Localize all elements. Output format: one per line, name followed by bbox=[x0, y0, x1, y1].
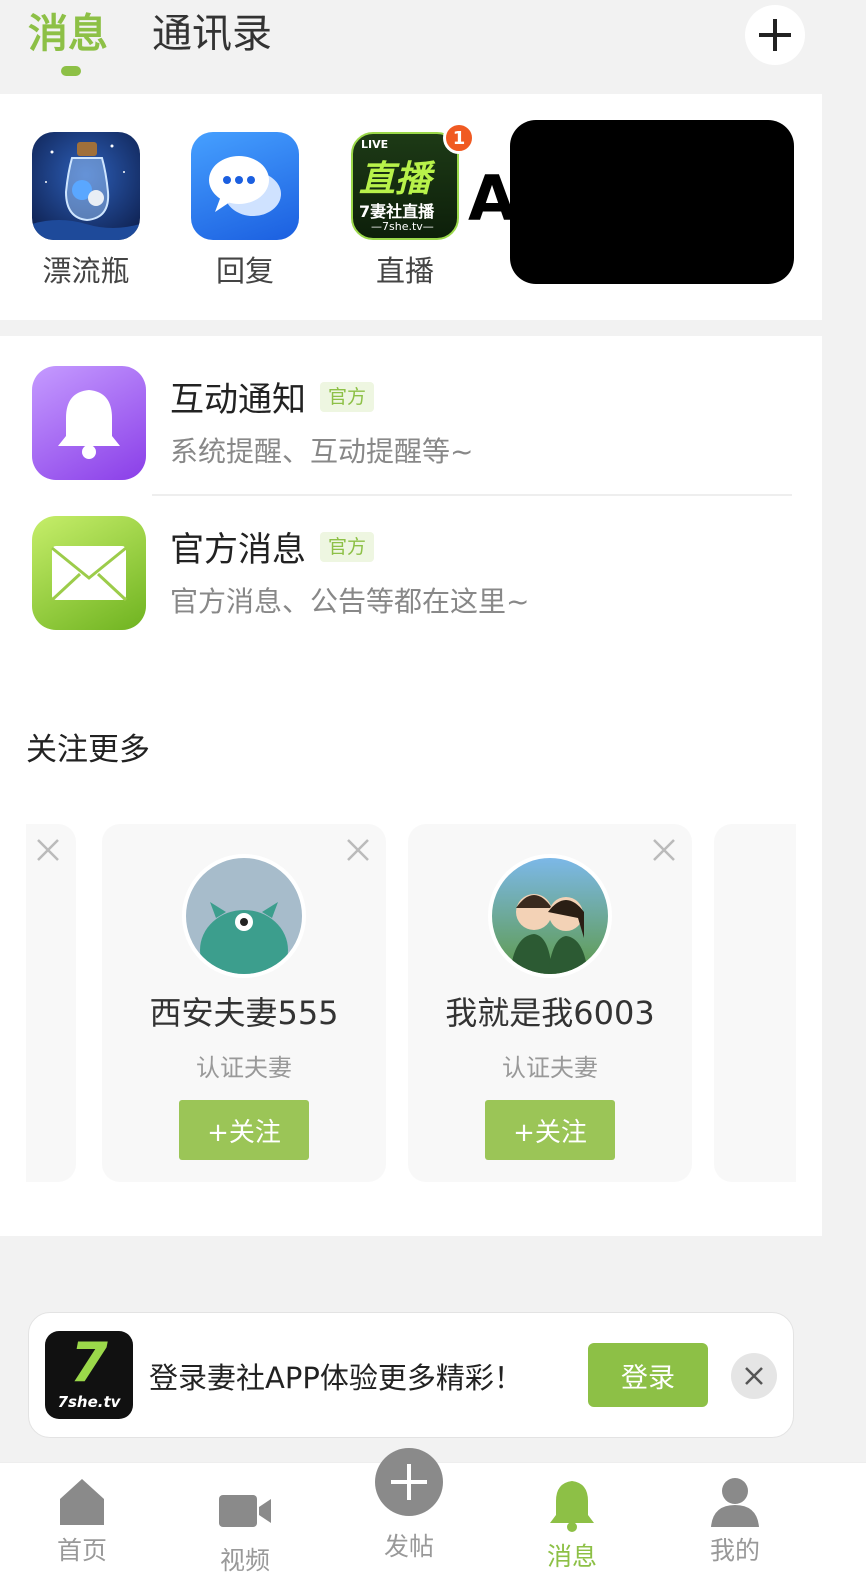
notification-official[interactable]: 官方消息 官方 官方消息、公告等都在这里~ bbox=[0, 482, 822, 632]
notification-interaction[interactable]: 互动通知 官方 系统提醒、互动提醒等~ bbox=[0, 332, 822, 496]
app-logo: 7 7she.tv bbox=[45, 1331, 133, 1419]
redacted-area bbox=[510, 120, 794, 284]
drift-bottle-icon bbox=[32, 132, 140, 240]
notification-section: 互动通知 官方 系统提醒、互动提醒等~ 官方消息 官方 官方消息、公告等都在这里… bbox=[0, 336, 822, 1236]
nav-label: 我的 bbox=[709, 1536, 760, 1565]
nav-label: 发帖 bbox=[383, 1532, 434, 1561]
official-tag: 官方 bbox=[320, 382, 375, 412]
follow-card-partial bbox=[714, 824, 796, 1182]
login-banner: 7 7she.tv 登录妻社APP体验更多精彩！ 登录 bbox=[28, 1312, 794, 1438]
logo-subtitle: 7she.tv bbox=[57, 1393, 121, 1411]
video-camera-icon bbox=[219, 1495, 271, 1527]
person-icon bbox=[711, 1478, 759, 1527]
live-icon-title: 直播 bbox=[359, 159, 432, 200]
nav-video[interactable]: 视频 bbox=[185, 1463, 305, 1577]
notification-subtitle: 官方消息、公告等都在这里~ bbox=[170, 585, 530, 618]
follow-card-partial bbox=[26, 824, 76, 1182]
official-tag: 官方 bbox=[320, 532, 375, 562]
bell-icon bbox=[550, 1481, 594, 1532]
nav-label: 首页 bbox=[56, 1536, 107, 1565]
redacted-mark: A bbox=[468, 162, 516, 235]
bottom-nav: 首页 视频 发帖 消息 我的 bbox=[0, 1448, 866, 1592]
close-icon[interactable] bbox=[648, 834, 680, 866]
top-header: 消息 通讯录 bbox=[0, 0, 866, 94]
live-icon-url: —7she.tv— bbox=[371, 220, 434, 233]
follow-card: 我就是我6003 认证夫妻 +关注 bbox=[408, 824, 692, 1182]
follow-card-subtitle: 认证夫妻 bbox=[502, 1054, 598, 1082]
follow-button[interactable]: +关注 bbox=[179, 1100, 309, 1160]
notification-title: 官方消息 bbox=[170, 530, 306, 570]
tab-messages[interactable]: 消息 bbox=[28, 6, 108, 62]
live-icon: LIVE 直播 7妻社直播 —7she.tv— bbox=[351, 132, 459, 240]
login-button[interactable]: 登录 bbox=[588, 1343, 708, 1407]
follow-more-title: 关注更多 bbox=[26, 732, 150, 768]
home-icon bbox=[60, 1479, 104, 1525]
notification-title: 互动通知 bbox=[170, 380, 306, 420]
notification-subtitle: 系统提醒、互动提醒等~ bbox=[170, 435, 474, 468]
follow-card: 西安夫妻555 认证夫妻 +关注 bbox=[102, 824, 386, 1182]
plus-icon bbox=[759, 19, 791, 51]
quick-app-label: 回复 bbox=[215, 254, 274, 288]
nav-messages[interactable]: 消息 bbox=[512, 1463, 632, 1573]
nav-post[interactable]: 发帖 bbox=[349, 1448, 469, 1563]
quick-app-label: 漂流瓶 bbox=[42, 254, 130, 288]
follow-card-subtitle: 认证夫妻 bbox=[196, 1054, 292, 1082]
tab-contacts[interactable]: 通讯录 bbox=[152, 6, 272, 62]
bell-icon bbox=[32, 366, 146, 480]
quick-app-label: 直播 bbox=[375, 254, 434, 288]
banner-close-button[interactable] bbox=[731, 1353, 777, 1399]
nav-home[interactable]: 首页 bbox=[22, 1463, 142, 1567]
active-tab-indicator bbox=[61, 66, 81, 76]
nav-label: 消息 bbox=[546, 1542, 597, 1571]
follow-button[interactable]: +关注 bbox=[485, 1100, 615, 1160]
quick-app-live[interactable]: LIVE 直播 7妻社直播 —7she.tv— 1 直播 bbox=[350, 122, 475, 290]
unread-badge: 1 bbox=[443, 122, 475, 154]
follow-card-name: 我就是我6003 bbox=[445, 994, 655, 1032]
envelope-icon bbox=[32, 516, 146, 630]
login-prompt-text: 登录妻社APP体验更多精彩！ bbox=[149, 1361, 523, 1395]
avatar[interactable] bbox=[488, 854, 612, 978]
avatar[interactable] bbox=[182, 854, 306, 978]
plus-circle-icon bbox=[375, 1448, 443, 1516]
nav-label: 视频 bbox=[219, 1546, 270, 1575]
nav-profile[interactable]: 我的 bbox=[675, 1463, 795, 1567]
quick-app-reply[interactable]: 回复 bbox=[190, 132, 300, 290]
chat-bubble-icon bbox=[191, 132, 299, 240]
follow-cards-carousel[interactable]: 西安夫妻555 认证夫妻 +关注 我就是我6003 认证夫妻 +关注 bbox=[26, 824, 796, 1186]
close-icon[interactable] bbox=[32, 834, 64, 866]
add-button[interactable] bbox=[745, 5, 805, 65]
quick-app-drift-bottle[interactable]: 漂流瓶 bbox=[31, 132, 141, 290]
live-icon-subtitle: 7妻社直播 bbox=[359, 202, 435, 221]
close-icon[interactable] bbox=[342, 834, 374, 866]
follow-card-name: 西安夫妻555 bbox=[149, 994, 339, 1032]
quick-apps-row: 漂流瓶 回复 LIVE 直播 7妻社直播 —7she.tv— 1 直播 A bbox=[0, 94, 822, 320]
close-icon bbox=[745, 1367, 763, 1385]
logo-mark: 7 bbox=[70, 1331, 108, 1394]
